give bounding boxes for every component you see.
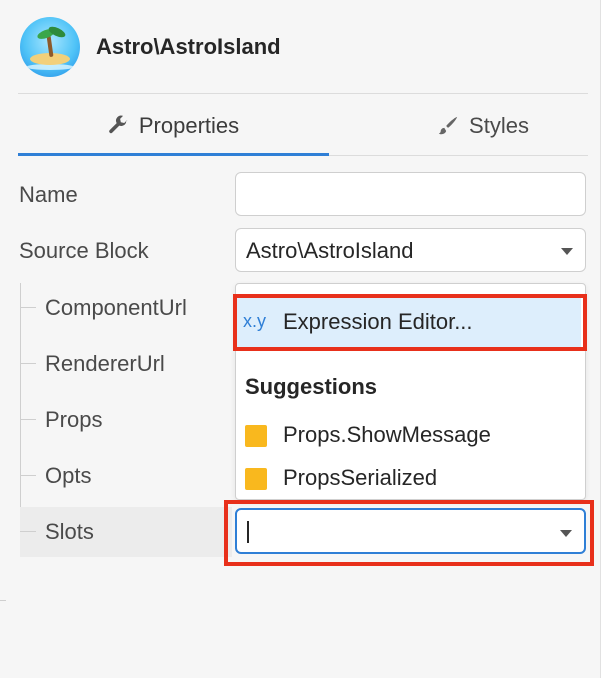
block-header: Astro\AstroIsland bbox=[0, 0, 600, 92]
tree-item-label: ComponentUrl bbox=[45, 295, 187, 320]
block-title: Astro\AstroIsland bbox=[96, 34, 281, 59]
text-cursor bbox=[247, 521, 249, 543]
active-tab-indicator bbox=[18, 153, 329, 156]
expression-editor-label: Expression Editor... bbox=[283, 309, 473, 334]
tree-item-label: RendererUrl bbox=[45, 351, 165, 376]
tropical-island-icon bbox=[20, 17, 80, 77]
suggestion-label: Props.ShowMessage bbox=[283, 422, 491, 447]
suggestion-label: PropsSerialized bbox=[283, 465, 438, 490]
name-field[interactable] bbox=[235, 172, 586, 216]
name-label: Name bbox=[19, 182, 78, 207]
slots-input[interactable] bbox=[235, 508, 586, 554]
source-block-label: Source Block bbox=[19, 238, 149, 263]
tab-properties[interactable]: Properties bbox=[18, 96, 328, 156]
header-divider bbox=[18, 93, 588, 94]
panel-tick bbox=[0, 600, 6, 601]
tree-item-componenturl: ComponentUrl bbox=[20, 283, 232, 333]
tab-styles[interactable]: Styles bbox=[328, 96, 608, 156]
tree-item-label: Opts bbox=[45, 463, 92, 488]
chevron-down-icon bbox=[561, 248, 573, 255]
dropdown-divider bbox=[236, 350, 585, 351]
expression-icon: x.y bbox=[243, 311, 267, 331]
tree-item-rendererurl: RendererUrl bbox=[20, 339, 232, 389]
paintbrush-icon bbox=[437, 115, 459, 137]
chevron-down-icon[interactable] bbox=[560, 530, 572, 537]
source-block-value: Astro\AstroIsland bbox=[246, 238, 414, 263]
tree-item-label: Props bbox=[45, 407, 103, 432]
expression-editor-option[interactable]: x.y Expression Editor... bbox=[236, 297, 581, 349]
variable-swatch-icon bbox=[245, 468, 267, 490]
source-block-select[interactable]: Astro\AstroIsland bbox=[235, 228, 586, 272]
tree-item-label: Slots bbox=[45, 519, 94, 544]
suggestions-heading: Suggestions bbox=[245, 374, 378, 399]
tree-item-slots: Slots bbox=[20, 507, 232, 557]
tree-item-opts: Opts bbox=[20, 451, 232, 501]
tree-item-props: Props bbox=[20, 395, 232, 445]
wrench-icon bbox=[107, 115, 129, 137]
tab-styles-label: Styles bbox=[469, 113, 529, 138]
tab-properties-label: Properties bbox=[138, 113, 240, 138]
variable-swatch-icon bbox=[245, 425, 267, 447]
